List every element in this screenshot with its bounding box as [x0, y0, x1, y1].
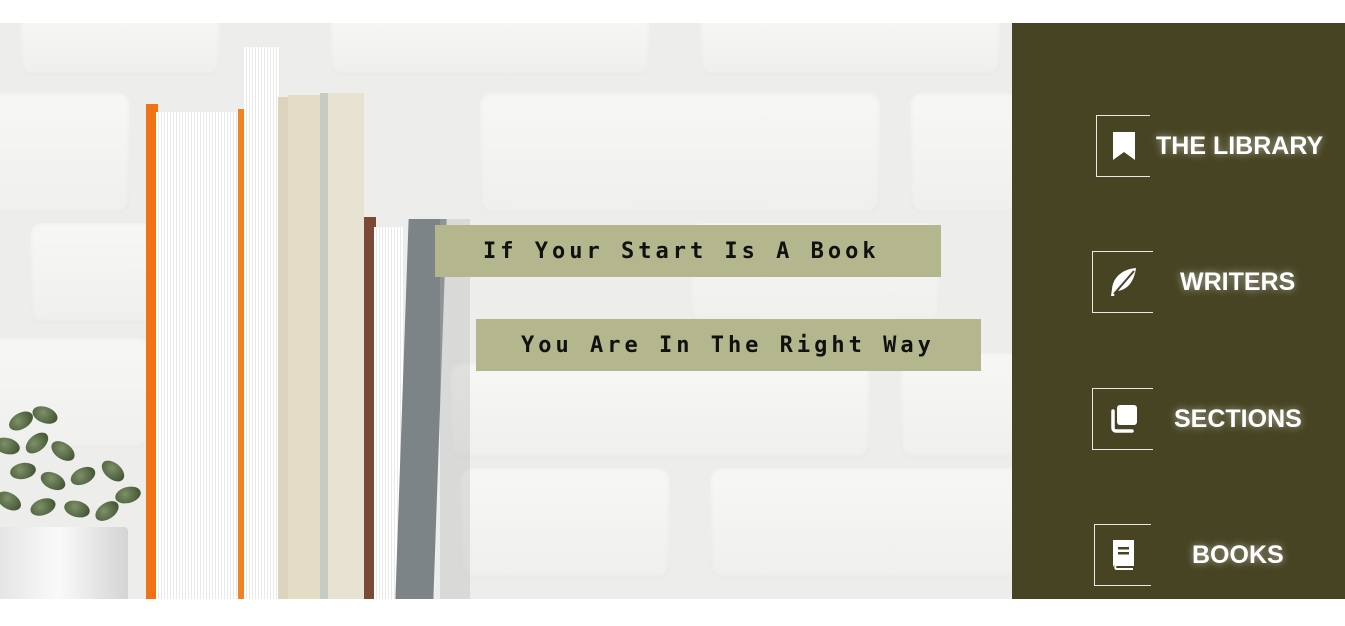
hero-image: If Your Start Is A Book You Are In The R…: [0, 23, 1012, 599]
nav-item-the-library[interactable]: THE LIBRARY: [1012, 115, 1345, 179]
plant-pot: [0, 527, 128, 599]
nav-label-sections[interactable]: SECTIONS: [1174, 388, 1302, 450]
sidebar-nav: THE LIBRARY WRITERS SECTIONS BOOKS: [1012, 23, 1345, 599]
nav-item-books[interactable]: BOOKS: [1012, 524, 1345, 588]
nav-item-writers[interactable]: WRITERS: [1012, 251, 1345, 315]
tagline-text-1: If Your Start Is A Book: [483, 238, 880, 264]
book-icon[interactable]: [1094, 524, 1151, 586]
tagline-banner-2: You Are In The Right Way: [476, 319, 981, 371]
tagline-banner-1: If Your Start Is A Book: [435, 225, 941, 277]
copy-icon[interactable]: [1092, 388, 1153, 450]
tagline-text-2: You Are In The Right Way: [521, 332, 935, 358]
feather-icon[interactable]: [1092, 251, 1153, 313]
nav-label-the-library[interactable]: THE LIBRARY: [1156, 115, 1323, 177]
nav-item-sections[interactable]: SECTIONS: [1012, 388, 1345, 452]
nav-label-writers[interactable]: WRITERS: [1180, 251, 1295, 313]
bookmark-icon[interactable]: [1096, 115, 1150, 177]
nav-label-books[interactable]: BOOKS: [1192, 524, 1284, 586]
